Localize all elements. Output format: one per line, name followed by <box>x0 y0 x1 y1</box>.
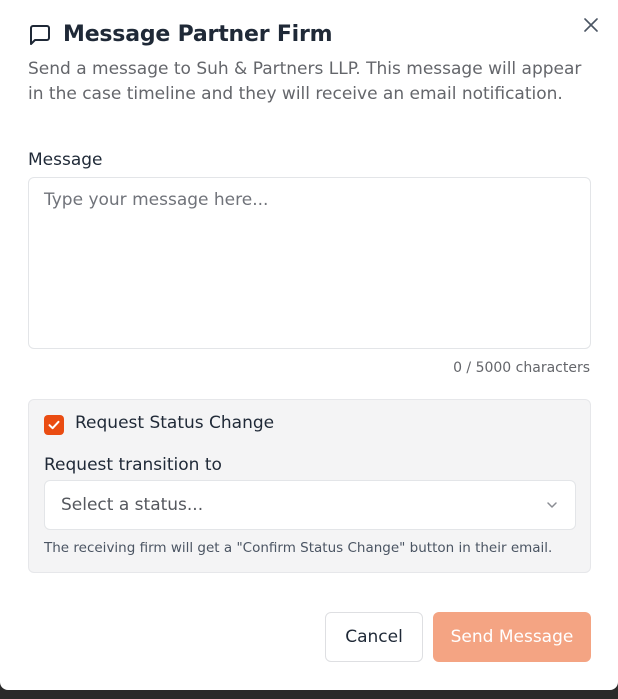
request-transition-label: Request transition to <box>44 455 222 475</box>
message-partner-dialog: Message Partner Firm Send a message to S… <box>0 0 618 690</box>
status-helper-text: The receiving firm will get a "Confirm S… <box>44 540 553 556</box>
chevron-down-icon <box>547 502 557 508</box>
dialog-description: Send a message to Suh & Partners LLP. Th… <box>28 59 582 104</box>
cancel-button[interactable]: Cancel <box>325 612 423 662</box>
request-status-change-label[interactable]: Request Status Change <box>75 413 274 433</box>
message-square-icon <box>30 24 50 45</box>
character-count: 0 / 5000 characters <box>453 360 590 376</box>
message-label: Message <box>28 150 103 170</box>
close-icon <box>584 18 598 32</box>
status-select[interactable]: Select a status... <box>44 480 576 530</box>
dialog-header: Message Partner Firm <box>28 22 333 47</box>
request-status-change-checkbox[interactable] <box>44 415 64 435</box>
message-textarea[interactable] <box>28 177 591 349</box>
status-select-value: Select a status... <box>61 495 204 515</box>
checkmark-icon <box>48 420 60 430</box>
close-button[interactable] <box>580 14 602 36</box>
status-change-panel: Request Status Change Request transition… <box>28 399 591 573</box>
send-message-button[interactable]: Send Message <box>433 612 591 662</box>
dialog-title: Message Partner Firm <box>63 22 333 47</box>
